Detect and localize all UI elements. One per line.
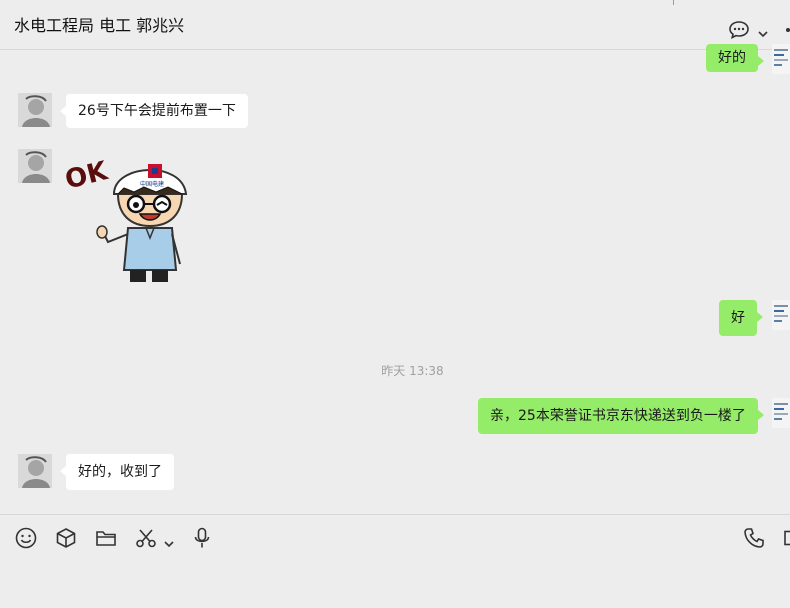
chat-info-icon[interactable] (728, 20, 750, 44)
message-bubble-self[interactable]: 好 (719, 300, 763, 336)
message-bubble-self[interactable]: 亲，25本荣誉证书京东快递送到负一楼了 (478, 398, 764, 434)
folder-icon[interactable] (95, 527, 117, 553)
message-text: 好 (731, 310, 745, 326)
scissors-icon[interactable] (135, 527, 157, 553)
microphone-icon[interactable] (192, 527, 212, 553)
message-bubble-self[interactable]: 好的 (706, 44, 764, 72)
message-text: 好的，收到了 (78, 464, 162, 480)
contact-avatar[interactable] (18, 93, 52, 127)
sticker-ok-text: OK (64, 156, 111, 196)
self-avatar[interactable] (772, 44, 790, 78)
input-divider (0, 514, 790, 515)
emoji-icon[interactable] (15, 527, 37, 553)
header-divider (673, 0, 674, 5)
chevron-down-icon[interactable] (164, 533, 174, 552)
more-icon[interactable] (786, 28, 790, 32)
message-bubble-contact[interactable]: 26号下午会提前布置一下 (60, 94, 248, 128)
self-avatar[interactable] (772, 398, 790, 432)
contact-avatar[interactable] (18, 454, 52, 488)
video-call-icon[interactable] (784, 530, 790, 550)
ok-sticker[interactable]: OK 中国电建 (62, 152, 194, 287)
chevron-down-icon[interactable] (758, 23, 768, 42)
self-avatar[interactable] (772, 300, 790, 334)
message-text: 26号下午会提前布置一下 (78, 103, 236, 119)
chat-header: 水电工程局 电工 郭兆兴 (0, 0, 790, 50)
message-bubble-contact[interactable]: 好的，收到了 (60, 454, 174, 490)
box-icon[interactable] (55, 527, 77, 553)
chat-title: 水电工程局 电工 郭兆兴 (14, 16, 185, 35)
message-text: 亲，25本荣誉证书京东快递送到负一楼了 (490, 408, 746, 424)
message-text: 好的 (718, 50, 746, 66)
message-timestamp: 昨天 13:38 (381, 364, 444, 378)
contact-avatar[interactable] (18, 149, 52, 183)
phone-icon[interactable] (743, 527, 765, 553)
